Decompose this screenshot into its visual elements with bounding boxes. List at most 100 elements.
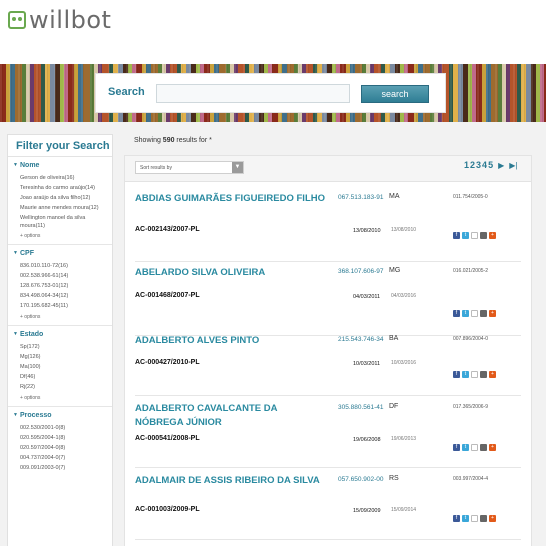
facet-option[interactable]: Rj(22) [8,382,112,392]
share-icons: f t + [453,310,496,317]
plus-icon[interactable]: + [489,310,496,317]
sort-select-label: Sort results by [140,165,172,171]
email-icon[interactable] [471,444,478,451]
email-icon[interactable] [471,310,478,317]
sort-select[interactable]: Sort results by ▼ [135,161,244,174]
facet-option[interactable]: 020.595/2004-1(8) [8,433,112,443]
email-icon[interactable] [471,371,478,378]
facet-more-options[interactable]: + options [8,233,112,239]
result-row: ADALBERTO CAVALCANTE DA NÓBREGA JÚNIOR 3… [135,402,521,468]
facet-option[interactable]: 836.010.110-72(16) [8,261,112,271]
facet-option[interactable]: Teresinha do carmo araújo(14) [8,183,112,193]
facebook-icon[interactable]: f [453,515,460,522]
result-date-start: 13/08/2010 [353,228,381,234]
plus-icon[interactable]: + [489,515,496,522]
logo[interactable]: willbot [8,6,111,34]
plus-icon[interactable]: + [489,232,496,239]
brand-name: willbot [29,6,112,34]
page-link-5[interactable]: 5 [488,160,493,170]
facet-option[interactable]: 002.538.966-61(14) [8,271,112,281]
result-cpf[interactable]: 067.513.183-91 [338,194,384,201]
result-uf: RS [389,475,399,482]
share-icons: f t + [453,444,496,451]
page-link-3[interactable]: 3 [476,160,481,170]
facet-title-nome[interactable]: Nome [8,162,112,169]
result-process: 017.365/2006-9 [453,404,489,410]
result-process: 003.997/2004-4 [453,476,489,482]
twitter-icon[interactable]: t [462,310,469,317]
result-name-link[interactable]: ADALBERTO CAVALCANTE DA NÓBREGA JÚNIOR [135,402,325,430]
result-name-link[interactable]: ADALMAIR DE ASSIS RIBEIRO DA SILVA [135,474,325,488]
twitter-icon[interactable]: t [462,444,469,451]
result-cpf[interactable]: 305.880.561-41 [338,404,384,411]
result-cpf[interactable]: 368.107.606-97 [338,268,384,275]
result-cpf[interactable]: 057.650.902-00 [338,476,384,483]
result-name-link[interactable]: ABDIAS GUIMARÃES FIGUEIREDO FILHO [135,192,325,206]
email-icon[interactable] [471,515,478,522]
facet-cpf: CPF 836.010.110-72(16) 002.538.966-61(14… [8,245,112,326]
facet-option[interactable]: 128.676.753-01(12) [8,281,112,291]
facet-option[interactable]: Df(46) [8,372,112,382]
facet-option[interactable]: Sp(172) [8,342,112,352]
facet-option[interactable]: Joao araújo da silva filho(12) [8,193,112,203]
last-page-icon[interactable]: ▶| [509,161,517,170]
result-date-end: 13/08/2010 [391,227,417,233]
facebook-icon[interactable]: f [453,371,460,378]
result-date-start: 10/03/2011 [353,361,381,367]
filter-sidebar: Filter your Search Nome Gerson de olivei… [7,134,113,546]
facebook-icon[interactable]: f [453,444,460,451]
facet-title-estado[interactable]: Estado [8,331,112,338]
result-row: ADALMAIR DE ASSIS RIBEIRO DA SILVA 057.6… [135,474,521,540]
facet-option[interactable]: 002.530/2001-0(8) [8,423,112,433]
twitter-icon[interactable]: t [462,371,469,378]
share-icons: f t + [453,371,496,378]
result-row: ABDIAS GUIMARÃES FIGUEIREDO FILHO 067.51… [135,192,521,262]
facet-option[interactable]: Gerson de oliveira(16) [8,173,112,183]
facet-option[interactable]: 009.091/2003-0(7) [8,463,112,473]
next-page-icon[interactable]: ▶ [498,161,504,170]
search-input[interactable] [156,84,350,103]
facet-estado: Estado Sp(172) Mg(126) Ma(100) Df(46) Rj… [8,326,112,407]
facet-more-options[interactable]: + options [8,395,112,401]
twitter-icon[interactable]: t [462,515,469,522]
result-date-end: 04/03/2016 [391,293,417,299]
facet-option[interactable]: Mg(126) [8,352,112,362]
result-name-link[interactable]: ABELARDO SILVA OLIVEIRA [135,266,325,280]
print-icon[interactable] [480,515,487,522]
print-icon[interactable] [480,310,487,317]
facet-more-options[interactable]: + options [8,314,112,320]
facet-title-processo[interactable]: Processo [8,412,112,419]
search-panel: Search search [95,73,446,113]
facet-option[interactable]: 834.498.064-34(12) [8,291,112,301]
result-date-end: 10/03/2016 [391,360,417,366]
result-cpf[interactable]: 215.543.746-34 [338,336,384,343]
facet-option[interactable]: Ma(100) [8,362,112,372]
result-row: ADALBERTO ALVES PINTO 215.543.746-34 BA … [135,334,521,396]
facebook-icon[interactable]: f [453,310,460,317]
print-icon[interactable] [480,444,487,451]
search-button[interactable]: search [361,85,429,103]
results-count-prefix: Showing [134,137,163,144]
chevron-down-icon[interactable]: ▼ [232,162,243,173]
print-icon[interactable] [480,371,487,378]
result-process: 007.896/2004-0 [453,336,489,342]
result-name-link[interactable]: ADALBERTO ALVES PINTO [135,334,325,348]
page-link-2[interactable]: 2 [470,160,475,170]
facet-title-cpf[interactable]: CPF [8,250,112,257]
facebook-icon[interactable]: f [453,232,460,239]
result-code: AC-000541/2008-PL [135,435,200,442]
pagination: 1 2 3 4 5 ▶ ▶| [464,160,517,170]
facet-option[interactable]: Maurie anne mendes moura(12) [8,203,112,213]
facet-option[interactable]: Wellington manoel da silva moura(11) [8,214,112,230]
email-icon[interactable] [471,232,478,239]
facet-option[interactable]: 004.737/2004-0(7) [8,453,112,463]
plus-icon[interactable]: + [489,371,496,378]
page-link-4[interactable]: 4 [482,160,487,170]
twitter-icon[interactable]: t [462,232,469,239]
results-panel: Sort results by ▼ 1 2 3 4 5 ▶ ▶| ABDIAS … [124,155,532,546]
facet-option[interactable]: 020.597/2004-0(8) [8,443,112,453]
print-icon[interactable] [480,232,487,239]
page-link-1[interactable]: 1 [464,160,469,170]
facet-option[interactable]: 170.195.682-45(11) [8,301,112,311]
plus-icon[interactable]: + [489,444,496,451]
